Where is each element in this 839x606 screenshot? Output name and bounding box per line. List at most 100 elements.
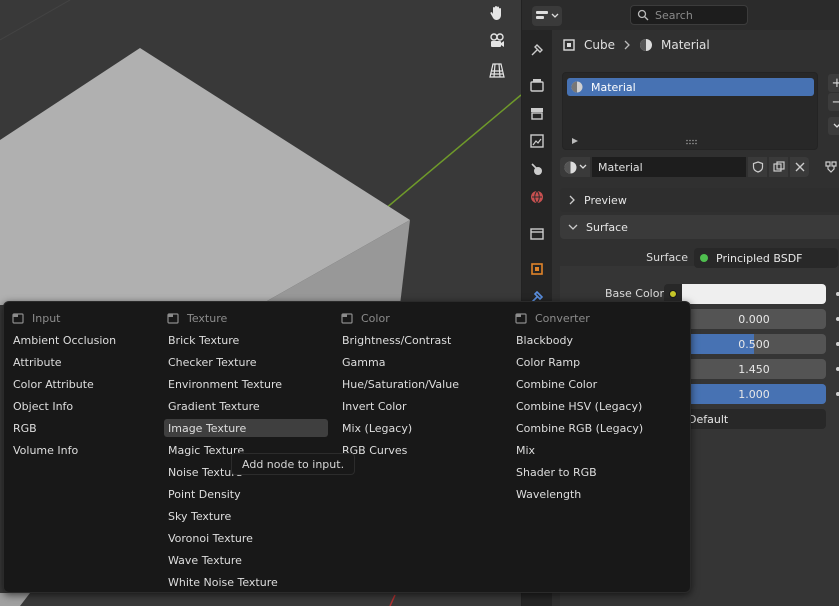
chevron-down-icon bbox=[568, 224, 578, 230]
duplicate-icon[interactable] bbox=[769, 157, 788, 177]
fake-user-shield-icon[interactable] bbox=[748, 157, 767, 177]
add-node-menu: Input Ambient Occlusion Attribute Color Att… bbox=[3, 301, 691, 593]
unlink-close-icon[interactable] bbox=[790, 157, 809, 177]
surface-panel-label: Surface bbox=[586, 220, 628, 234]
menu-column-header-label: Texture bbox=[187, 311, 228, 325]
breadcrumb: Cube Material bbox=[562, 38, 710, 52]
menu-item[interactable]: Color Ramp bbox=[516, 353, 580, 371]
menu-item[interactable]: Wavelength bbox=[516, 485, 581, 503]
menu-item[interactable]: Wave Texture bbox=[168, 551, 242, 569]
slot-menu-chevron-icon[interactable] bbox=[828, 117, 839, 135]
slot-side-buttons: + − bbox=[828, 74, 839, 136]
tool-tab-icon[interactable] bbox=[527, 40, 547, 60]
menu-item[interactable]: Invert Color bbox=[342, 397, 407, 415]
menu-item[interactable]: Gradient Texture bbox=[168, 397, 260, 415]
menu-item[interactable]: Environment Texture bbox=[168, 375, 282, 393]
hand-pan-icon[interactable] bbox=[484, 0, 510, 26]
surface-shader-value: Principled BSDF bbox=[716, 251, 803, 265]
remove-slot-icon[interactable]: − bbox=[828, 93, 839, 111]
node-link-icon[interactable] bbox=[821, 157, 839, 177]
material-name-field[interactable]: Material bbox=[592, 157, 746, 177]
menu-item[interactable]: Blackbody bbox=[516, 331, 573, 349]
grid-line bbox=[0, 0, 71, 41]
menu-item[interactable]: White Noise Texture bbox=[168, 573, 278, 591]
menu-column-header: Converter bbox=[515, 309, 590, 327]
menu-column-header-label: Converter bbox=[535, 311, 590, 325]
menu-item[interactable]: Brightness/Contrast bbox=[342, 331, 451, 349]
base-color-label: Base Color bbox=[604, 287, 664, 300]
resize-handle-icon[interactable] bbox=[685, 139, 697, 145]
material-browse-icon bbox=[564, 161, 576, 173]
node-category-icon bbox=[167, 313, 179, 324]
field-value: 1.450 bbox=[738, 362, 770, 376]
menu-item[interactable]: Mix (Legacy) bbox=[342, 419, 412, 437]
cube-bottom-edge bbox=[0, 593, 30, 606]
object-icon bbox=[563, 39, 575, 51]
browse-material-button[interactable] bbox=[560, 157, 590, 177]
menu-item[interactable]: Color Attribute bbox=[13, 375, 94, 393]
menu-item[interactable]: Volume Info bbox=[13, 441, 78, 459]
menu-column-header-label: Input bbox=[32, 311, 61, 325]
menu-item[interactable]: Image Texture bbox=[164, 419, 328, 437]
chevron-right-icon bbox=[569, 195, 575, 205]
menu-item[interactable]: Gamma bbox=[342, 353, 385, 371]
menu-item[interactable]: Sky Texture bbox=[168, 507, 231, 525]
view-layer-tab-icon[interactable] bbox=[527, 131, 547, 151]
tooltip: Add node to input. bbox=[231, 453, 355, 475]
output-tab-icon[interactable] bbox=[527, 103, 547, 123]
scene-tab-icon[interactable] bbox=[527, 159, 547, 179]
menu-item[interactable]: Hue/Saturation/Value bbox=[342, 375, 459, 393]
roughness-field[interactable]: 0.500 bbox=[682, 334, 826, 354]
menu-item[interactable]: Checker Texture bbox=[168, 353, 257, 371]
menu-column-header: Input bbox=[12, 309, 60, 327]
menu-item[interactable]: Brick Texture bbox=[168, 331, 239, 349]
add-slot-icon[interactable]: + bbox=[828, 74, 839, 92]
editor-type-button[interactable] bbox=[532, 6, 562, 26]
chevron-down-icon bbox=[579, 164, 586, 169]
camera-view-icon[interactable] bbox=[484, 28, 510, 54]
x-axis-line bbox=[389, 594, 396, 606]
material-selector-row: Material bbox=[560, 157, 839, 177]
properties-header: Search bbox=[522, 0, 839, 30]
ior-field[interactable]: 1.450 bbox=[682, 359, 826, 379]
surface-panel-header[interactable]: Surface bbox=[560, 215, 839, 239]
world-tab-icon[interactable] bbox=[527, 187, 547, 207]
menu-item[interactable]: Object Info bbox=[13, 397, 73, 415]
menu-item[interactable]: Ambient Occlusion bbox=[13, 331, 116, 349]
menu-column-header-label: Color bbox=[361, 311, 390, 325]
preview-panel-header[interactable]: Preview bbox=[560, 188, 839, 212]
menu-item[interactable]: Attribute bbox=[13, 353, 62, 371]
menu-column-header: Texture bbox=[167, 309, 227, 327]
play-icon[interactable] bbox=[571, 137, 579, 145]
base-color-swatch[interactable] bbox=[682, 284, 826, 304]
menu-item[interactable]: Voronoi Texture bbox=[168, 529, 253, 547]
menu-item[interactable]: Combine HSV (Legacy) bbox=[516, 397, 642, 415]
collection-tab-icon[interactable] bbox=[527, 224, 547, 244]
ortho-grid-icon[interactable] bbox=[484, 57, 510, 83]
menu-item[interactable]: Combine RGB (Legacy) bbox=[516, 419, 643, 437]
menu-item[interactable]: Shader to RGB bbox=[516, 463, 597, 481]
material-slot-item[interactable]: Material bbox=[567, 78, 814, 96]
node-category-icon bbox=[12, 313, 24, 324]
surface-shader-field[interactable]: Principled BSDF bbox=[694, 248, 838, 268]
breadcrumb-object: Cube bbox=[584, 38, 615, 52]
shader-socket-dot-icon bbox=[700, 254, 708, 262]
metallic-field[interactable]: 0.000 bbox=[682, 309, 826, 329]
menu-item[interactable]: RGB bbox=[13, 419, 37, 437]
search-input[interactable]: Search bbox=[630, 5, 748, 25]
field-value: 0.500 bbox=[738, 337, 770, 351]
search-icon bbox=[637, 9, 649, 21]
breadcrumb-material: Material bbox=[660, 38, 710, 52]
object-tab-icon[interactable] bbox=[527, 259, 547, 279]
menu-item[interactable]: Combine Color bbox=[516, 375, 597, 393]
render-tab-icon[interactable] bbox=[527, 75, 547, 95]
preview-panel-label: Preview bbox=[584, 193, 627, 207]
menu-item[interactable]: Mix bbox=[516, 441, 535, 459]
chevron-down-icon bbox=[551, 13, 559, 18]
material-slot-list[interactable]: Material bbox=[562, 72, 818, 150]
alpha-field[interactable]: 1.000 bbox=[682, 384, 826, 404]
menu-item[interactable]: Point Density bbox=[168, 485, 241, 503]
distribution-dropdown[interactable]: Default bbox=[682, 409, 826, 429]
node-category-icon bbox=[515, 313, 527, 324]
material-icon bbox=[639, 39, 652, 51]
